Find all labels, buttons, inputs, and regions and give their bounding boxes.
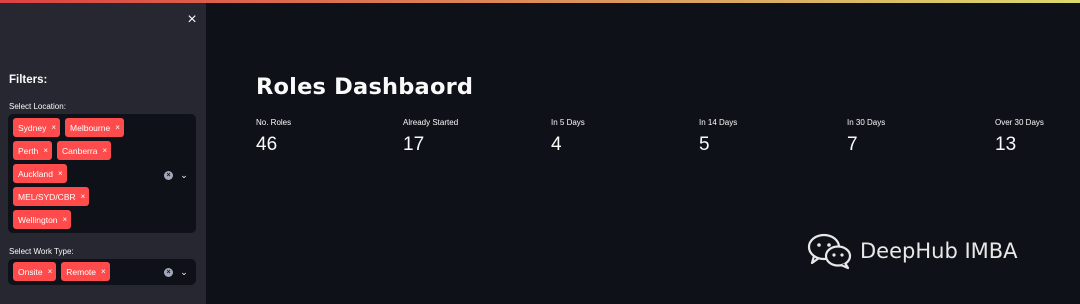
- clear-selection-icon[interactable]: ×: [164, 171, 173, 180]
- chip-remove-icon[interactable]: ×: [58, 169, 63, 178]
- work-type-label: Select Work Type:: [9, 247, 74, 256]
- chip-label: MEL/SYD/CBR: [18, 191, 76, 202]
- metric-no-roles: No. Roles 46: [256, 118, 291, 156]
- clear-selection-icon[interactable]: ×: [164, 268, 173, 277]
- metric-value: 46: [256, 134, 278, 155]
- chip-remove-icon[interactable]: ×: [48, 267, 53, 276]
- chip-label: Remote: [66, 266, 97, 277]
- page-title: Roles Dashbaord: [256, 74, 474, 100]
- filters-heading: Filters:: [9, 74, 48, 86]
- sidebar: × Filters: Select Location: Sydney × Melb…: [0, 3, 206, 304]
- metric-label: Over 30 Days: [995, 118, 1044, 127]
- work-type-chip: Remote ×: [61, 262, 110, 281]
- chip-remove-icon[interactable]: ×: [43, 146, 48, 155]
- location-chip: Perth ×: [13, 141, 52, 160]
- metric-value: 5: [699, 134, 710, 155]
- work-type-multiselect[interactable]: Onsite × Remote × × ⌄: [8, 259, 196, 285]
- chip-remove-icon[interactable]: ×: [63, 215, 68, 224]
- metric-in-14-days: In 14 Days 5: [699, 118, 737, 156]
- metric-already-started: Already Started 17: [403, 118, 458, 156]
- wechat-icon: [807, 233, 852, 270]
- metric-label: In 30 Days: [847, 118, 886, 127]
- location-label: Select Location:: [9, 102, 66, 111]
- metric-value: 7: [847, 134, 858, 155]
- location-chip: Melbourne ×: [65, 118, 124, 137]
- chevron-down-icon[interactable]: ⌄: [179, 170, 189, 180]
- chip-remove-icon[interactable]: ×: [101, 267, 106, 276]
- chip-label: Auckland: [18, 168, 53, 179]
- chevron-down-icon[interactable]: ⌄: [179, 267, 189, 277]
- location-chip-list: Sydney × Melbourne × Perth × Canberra × Auck…: [13, 118, 163, 229]
- watermark: DeepHub IMBA: [806, 232, 1018, 270]
- metric-over-30-days: Over 30 Days 13: [995, 118, 1044, 156]
- metric-value: 4: [551, 134, 562, 155]
- location-chip: Wellington ×: [13, 210, 72, 229]
- metric-in-30-days: In 30 Days 7: [847, 118, 885, 156]
- metric-label: In 14 Days: [699, 118, 738, 127]
- chip-label: Perth: [18, 145, 39, 156]
- metric-value: 13: [995, 134, 1017, 155]
- metric-label: In 5 Days: [551, 118, 585, 127]
- chip-label: Wellington: [18, 214, 58, 225]
- chip-remove-icon[interactable]: ×: [115, 123, 120, 132]
- watermark-text: DeepHub IMBA: [860, 239, 1018, 263]
- location-chip: Auckland ×: [13, 164, 67, 183]
- location-multiselect[interactable]: Sydney × Melbourne × Perth × Canberra × Auck…: [8, 114, 196, 233]
- chip-label: Melbourne: [70, 122, 111, 133]
- chip-label: Onsite: [18, 266, 43, 277]
- location-chip: Canberra ×: [57, 141, 112, 160]
- metric-label: No. Roles: [256, 118, 292, 127]
- chip-remove-icon[interactable]: ×: [51, 123, 56, 132]
- work-type-chip-list: Onsite × Remote ×: [13, 262, 163, 281]
- metric-value: 17: [403, 134, 425, 155]
- work-type-chip: Onsite ×: [13, 262, 57, 281]
- location-chip: MEL/SYD/CBR ×: [13, 187, 90, 206]
- chip-remove-icon[interactable]: ×: [81, 192, 86, 201]
- chip-remove-icon[interactable]: ×: [102, 146, 107, 155]
- chip-label: Canberra: [62, 145, 98, 156]
- chip-label: Sydney: [18, 122, 47, 133]
- location-chip: Sydney ×: [13, 118, 61, 137]
- close-sidebar-icon[interactable]: ×: [184, 12, 200, 28]
- metric-label: Already Started: [403, 118, 459, 127]
- metric-in-5-days: In 5 Days 4: [551, 118, 585, 156]
